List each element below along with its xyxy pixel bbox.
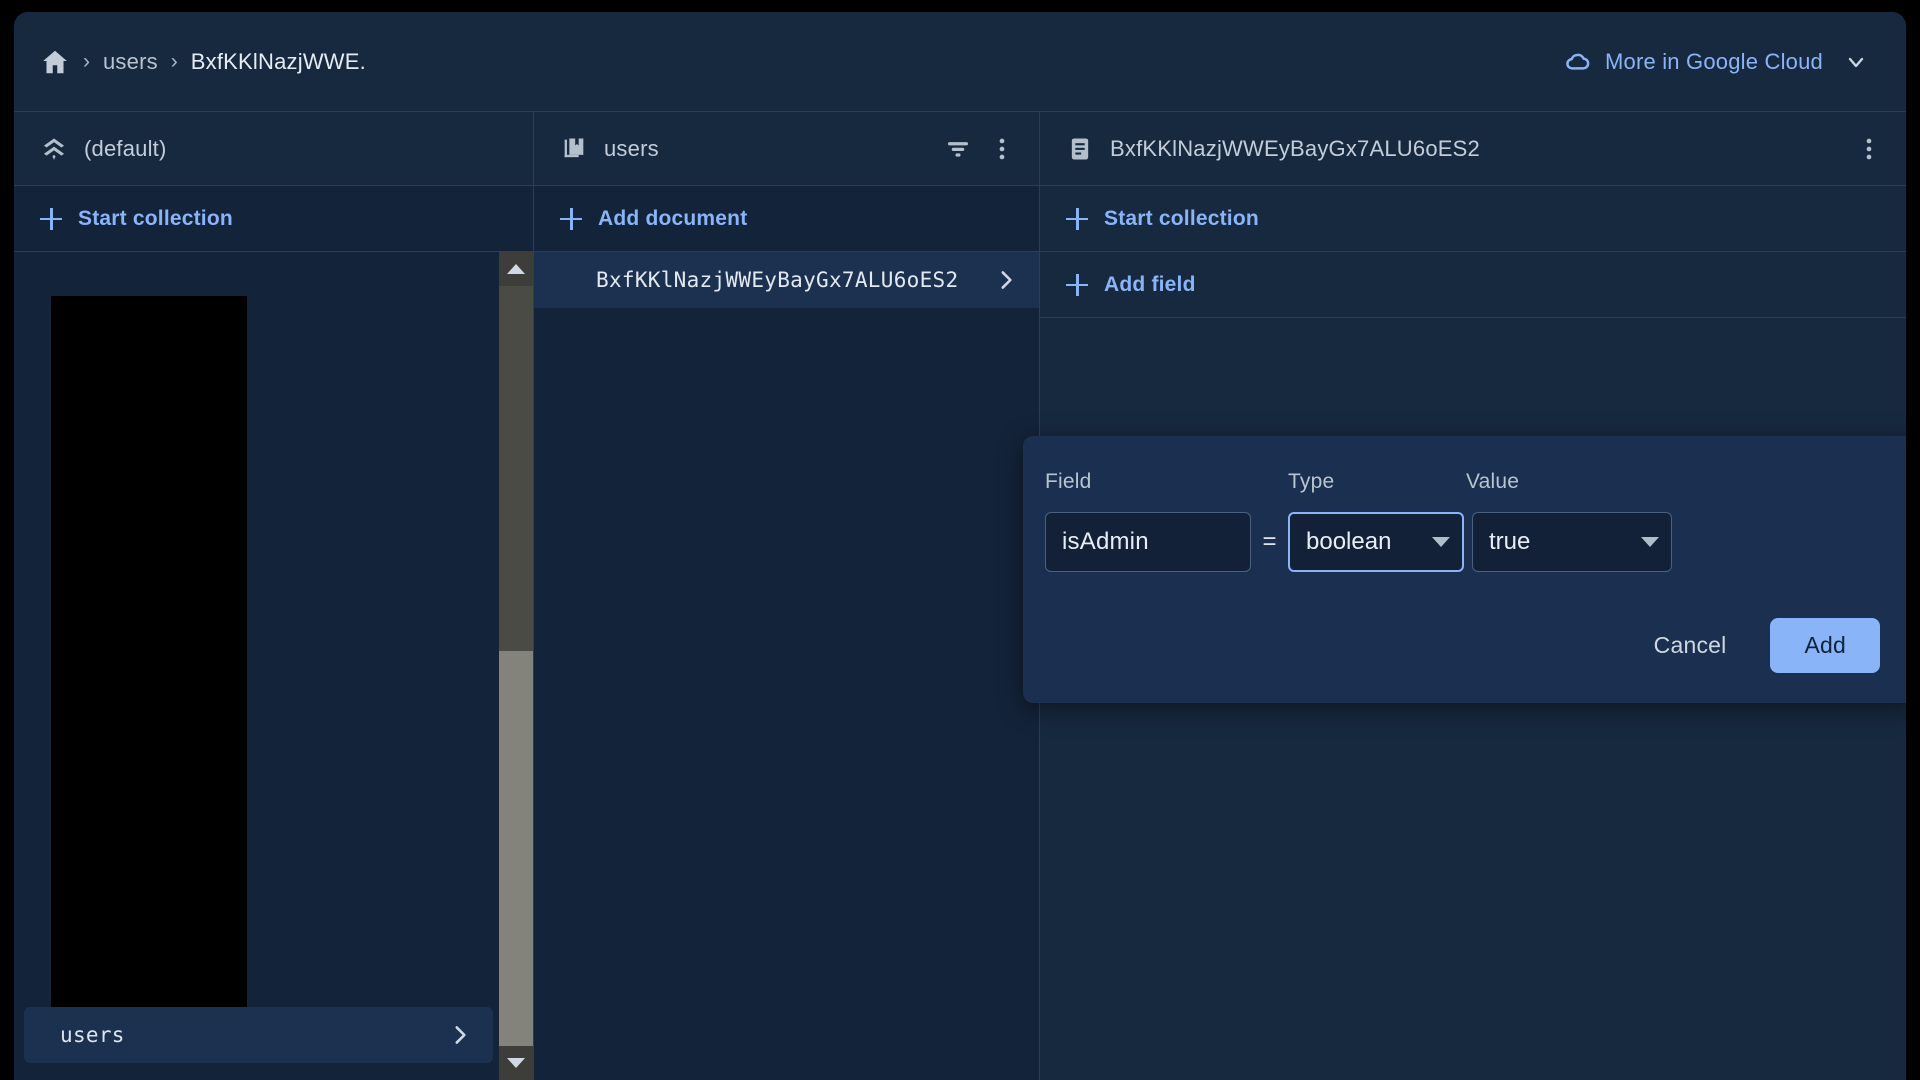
document-item-label: BxfKKlNazjWWEyBayGx7ALU6oES2 (596, 268, 959, 292)
type-select[interactable]: boolean (1288, 512, 1464, 572)
add-document-label: Add document (598, 206, 748, 230)
add-field-label: Add field (1104, 272, 1196, 296)
more-in-google-cloud-button[interactable]: More in Google Cloud (1554, 41, 1876, 83)
add-field-dialog: Field Type Value isAdmin = boolean true … (1023, 436, 1906, 703)
equals-sign: = (1262, 528, 1277, 555)
collection-item-users[interactable]: users (24, 1007, 493, 1063)
add-button[interactable]: Add (1770, 618, 1880, 673)
field-name-input[interactable]: isAdmin (1045, 512, 1251, 572)
chevron-down-icon (1836, 50, 1868, 74)
cancel-button[interactable]: Cancel (1636, 620, 1745, 671)
firestore-console-window: › users › BxfKKlNazjWWE. More in Google … (14, 12, 1906, 1080)
document-list: BxfKKlNazjWWEyBayGx7ALU6oES2 (534, 252, 1039, 1080)
value-select-value: true (1489, 528, 1531, 555)
database-name: (default) (84, 135, 167, 161)
dropdown-caret-icon (1641, 537, 1659, 547)
document-item[interactable]: BxfKKlNazjWWEyBayGx7ALU6oES2 (534, 252, 1039, 308)
scroll-up-button[interactable] (499, 252, 533, 286)
more-vert-icon[interactable] (987, 134, 1017, 164)
database-chevrons-icon (40, 135, 68, 163)
scroll-up-arrow-icon (507, 264, 525, 274)
document-id: BxfKKlNazjWWEyBayGx7ALU6oES2 (1110, 135, 1480, 161)
dialog-form-row: isAdmin = boolean true (1045, 512, 1880, 572)
filter-icon[interactable] (943, 134, 973, 164)
collection-item-label: users (60, 1023, 125, 1047)
document-panel-header: BxfKKlNazjWWEyBayGx7ALU6oES2 (1040, 112, 1906, 186)
breadcrumb-separator: › (170, 50, 178, 73)
start-collection-button-left[interactable]: Start collection (14, 186, 533, 252)
breadcrumb-separator: › (83, 50, 90, 73)
chevron-right-icon (447, 1022, 473, 1048)
scroll-down-button[interactable] (499, 1046, 533, 1080)
start-collection-label: Start collection (1104, 206, 1259, 230)
value-label: Value (1466, 470, 1520, 493)
plus-icon (40, 207, 62, 230)
type-label: Type (1288, 470, 1335, 493)
collection-name: users (604, 135, 659, 161)
collection-list: users (14, 252, 533, 1080)
scrollbar-thumb[interactable] (499, 650, 533, 1046)
breadcrumb-item-document[interactable]: BxfKKlNazjWWE. (191, 49, 366, 75)
breadcrumb-item-users[interactable]: users (103, 49, 158, 75)
plus-icon (1066, 207, 1088, 230)
plus-icon (1066, 273, 1088, 296)
database-panel-header: (default) (14, 112, 533, 186)
google-cloud-icon (1562, 47, 1592, 77)
start-collection-button-right[interactable]: Start collection (1040, 186, 1906, 252)
document-icon (1066, 135, 1094, 163)
collection-panel-header: users (534, 112, 1039, 186)
collection-panel: users Add document BxfKKlNazjWWEyBayGx7A… (533, 112, 1039, 1080)
plus-icon (560, 207, 582, 230)
collection-header-actions (943, 134, 1017, 164)
document-header-actions (1854, 134, 1884, 164)
field-label: Field (1045, 470, 1092, 493)
scrollbar-track[interactable] (499, 286, 533, 1046)
empty-black-region (51, 296, 247, 1036)
dialog-form-labels: Field Type Value (1045, 470, 1880, 494)
value-select[interactable]: true (1472, 512, 1672, 572)
top-bar: › users › BxfKKlNazjWWE. More in Google … (14, 12, 1906, 112)
collection-book-icon (560, 135, 588, 163)
dropdown-caret-icon (1432, 537, 1450, 547)
collection-list-scrollbar[interactable] (499, 252, 533, 1080)
dialog-actions: Cancel Add (1045, 618, 1880, 673)
panels-container: (default) Start collection users users A… (14, 112, 1906, 1080)
chevron-right-icon (993, 267, 1019, 293)
more-vert-icon[interactable] (1854, 134, 1884, 164)
type-select-value: boolean (1306, 528, 1392, 555)
add-document-button[interactable]: Add document (534, 186, 1039, 252)
scroll-down-arrow-icon (507, 1058, 525, 1068)
home-icon[interactable] (40, 47, 70, 77)
add-field-button[interactable]: Add field (1040, 252, 1906, 318)
database-panel: (default) Start collection users (14, 112, 533, 1080)
breadcrumb: › users › BxfKKlNazjWWE. (40, 47, 366, 77)
more-in-google-cloud-label: More in Google Cloud (1604, 48, 1823, 74)
start-collection-label: Start collection (78, 206, 233, 230)
